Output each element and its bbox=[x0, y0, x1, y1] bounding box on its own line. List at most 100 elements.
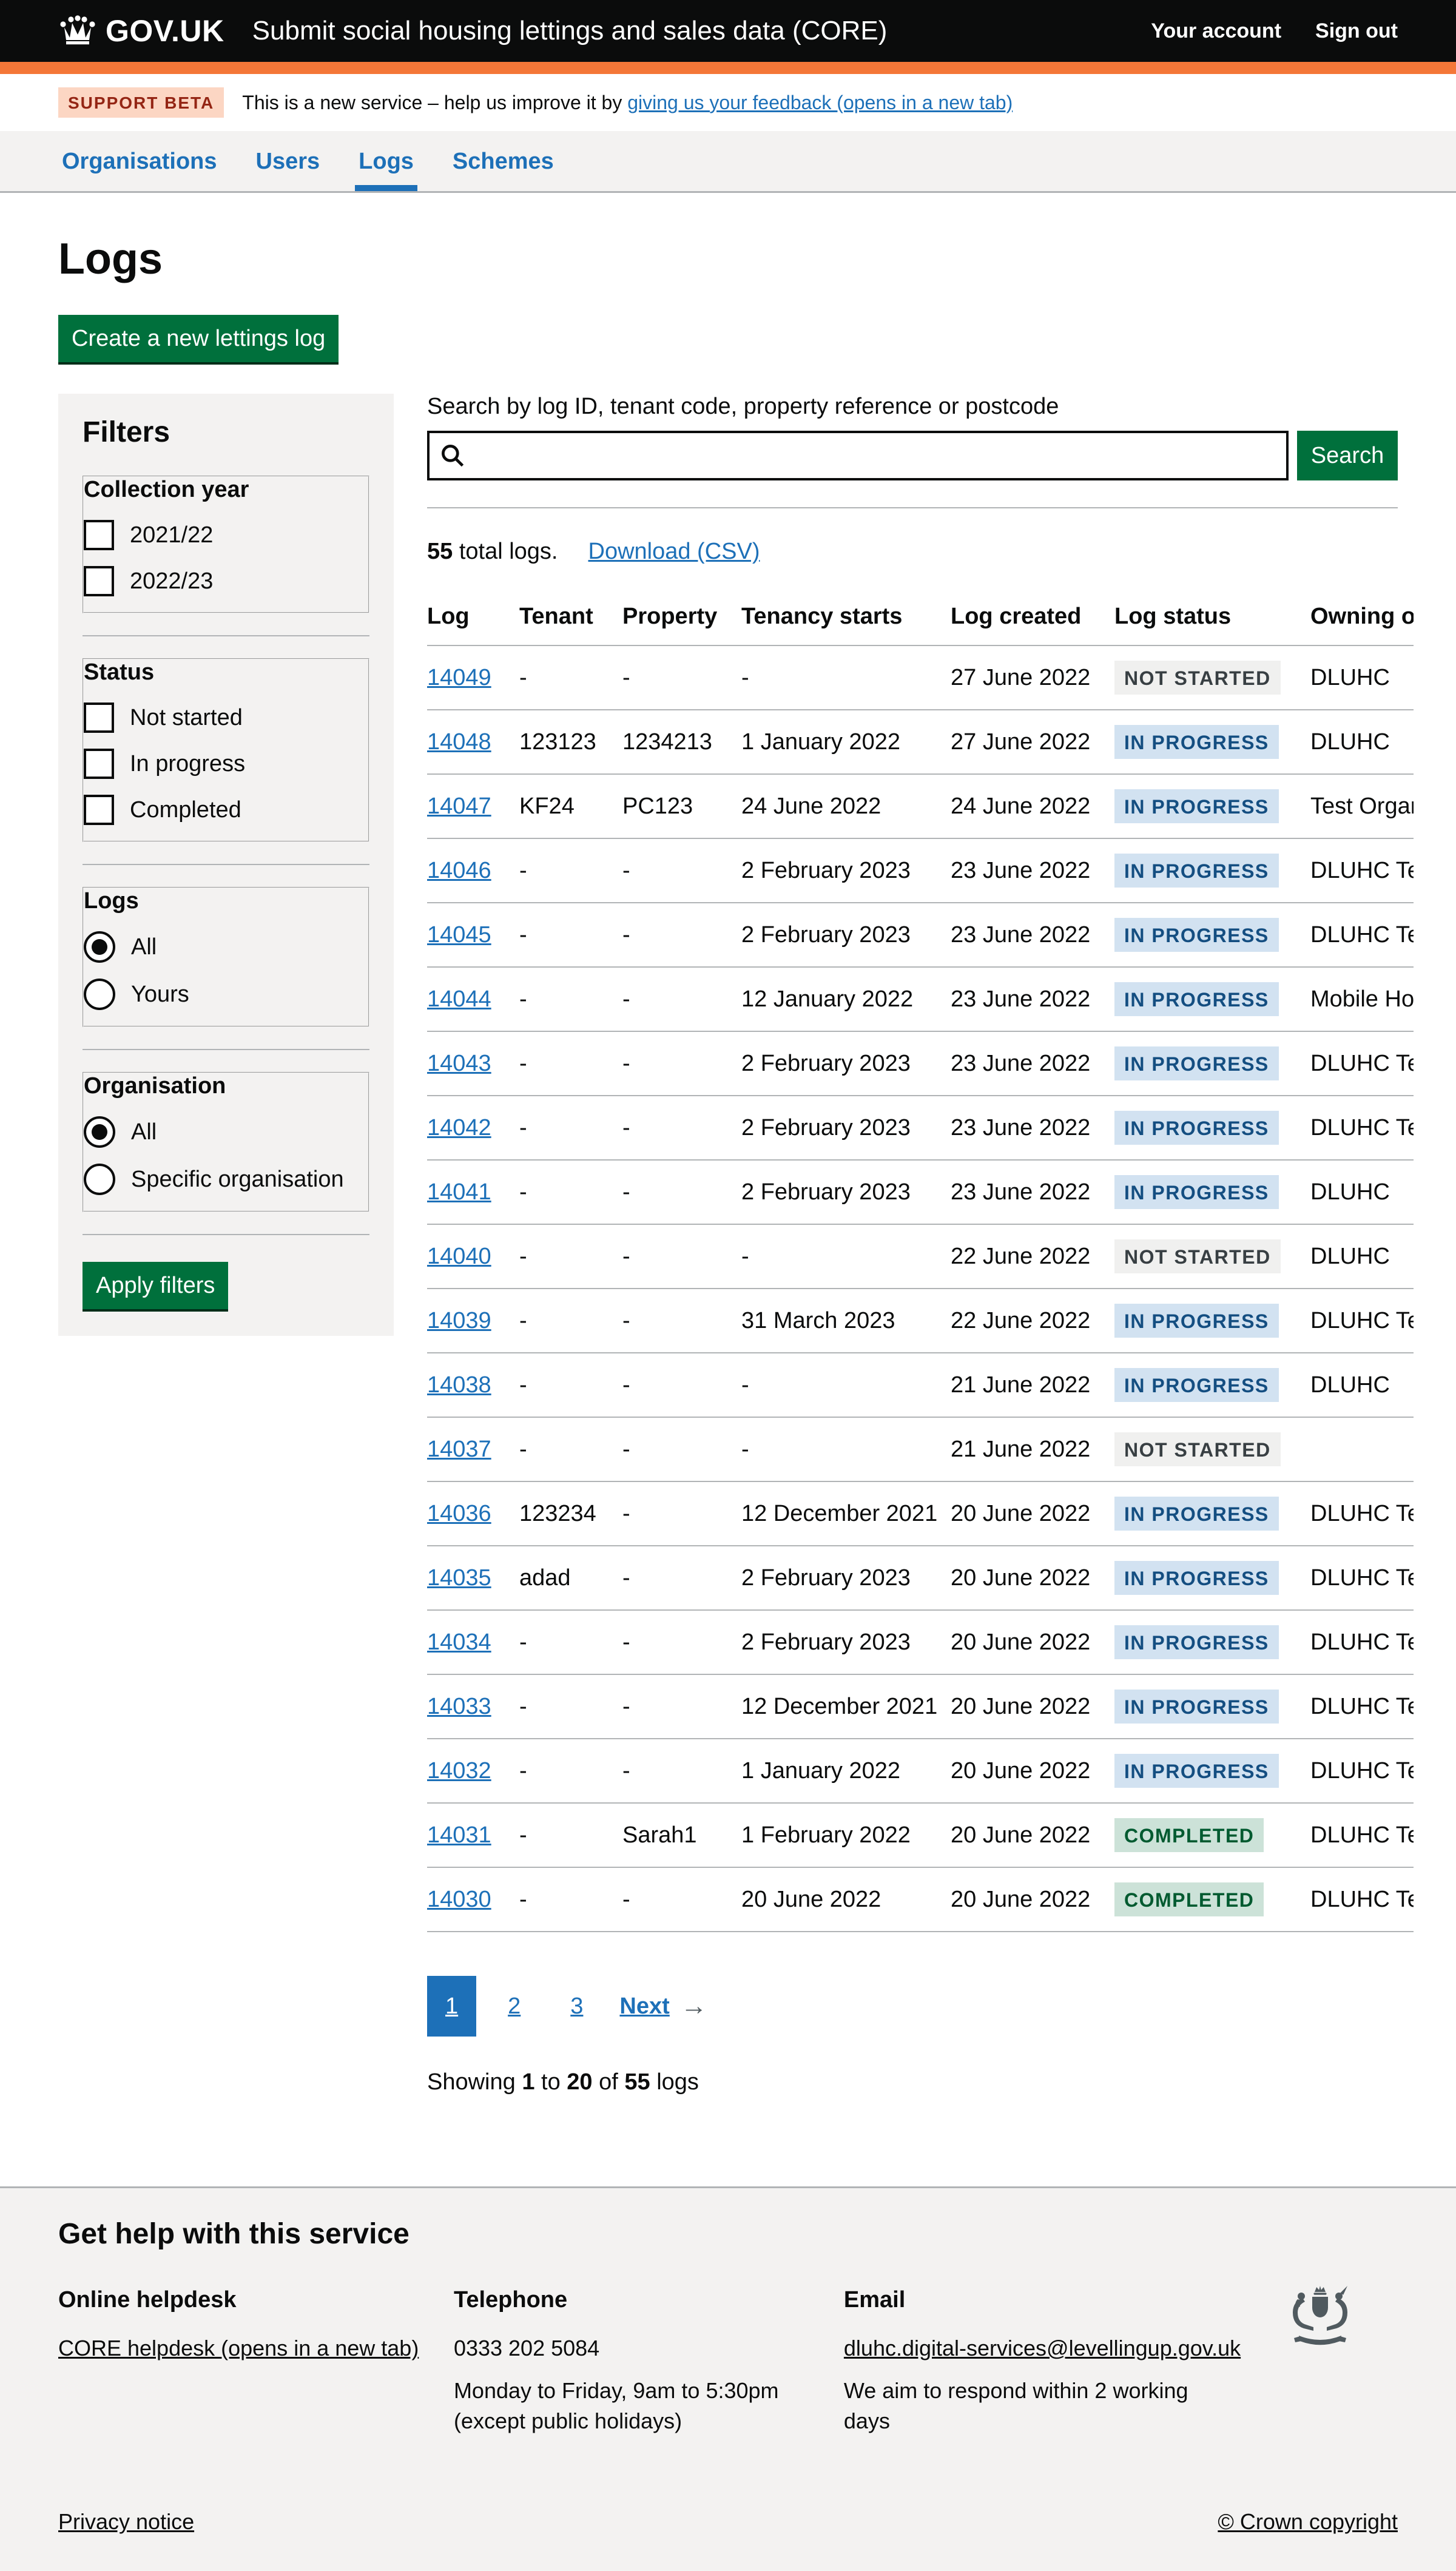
property-cell: - bbox=[622, 1610, 741, 1674]
status-badge: IN PROGRESS bbox=[1114, 1690, 1279, 1724]
search-input[interactable] bbox=[427, 431, 1289, 480]
table-row: 14033 - - 12 December 2021 20 June 2022 … bbox=[427, 1674, 1414, 1739]
showing-text: logs bbox=[650, 2069, 699, 2095]
sign-out-link[interactable]: Sign out bbox=[1315, 19, 1398, 43]
table-row: 14037 - - - 21 June 2022 NOT STARTED bbox=[427, 1417, 1414, 1481]
log-id-cell: 14048 bbox=[427, 710, 519, 774]
filter-group-collection-year: Collection year 2021/22 2022/23 bbox=[83, 476, 369, 613]
filter-option-row: All bbox=[84, 931, 368, 963]
nav-link-logs[interactable]: Logs bbox=[359, 149, 414, 175]
apply-filters-button[interactable]: Apply filters bbox=[83, 1262, 228, 1309]
filter-option-row: Yours bbox=[84, 979, 368, 1010]
email-link[interactable]: dluhc.digital-services@levellingup.gov.u… bbox=[844, 2336, 1241, 2360]
crown-copyright-link[interactable]: © Crown copyright bbox=[1218, 2509, 1398, 2535]
log-id-link[interactable]: 14046 bbox=[427, 858, 491, 883]
log-id-link[interactable]: 14045 bbox=[427, 922, 491, 948]
log-id-link[interactable]: 14041 bbox=[427, 1179, 491, 1205]
log-id-cell: 14046 bbox=[427, 838, 519, 903]
log-id-link[interactable]: 14042 bbox=[427, 1115, 491, 1141]
radio-logs-yours[interactable] bbox=[84, 979, 115, 1010]
log-created-cell: 20 June 2022 bbox=[951, 1546, 1114, 1610]
nav-item-users[interactable]: Users bbox=[252, 131, 324, 191]
filter-divider bbox=[83, 864, 369, 865]
filter-legend-collection-year: Collection year bbox=[84, 477, 368, 503]
log-id-cell: 14039 bbox=[427, 1289, 519, 1353]
owning-organisation-cell bbox=[1310, 1417, 1414, 1481]
log-id-link[interactable]: 14030 bbox=[427, 1887, 491, 1912]
page-link-3[interactable]: 3 bbox=[552, 1976, 601, 2037]
property-cell: - bbox=[622, 1160, 741, 1224]
radio-organisation-all[interactable] bbox=[84, 1116, 115, 1148]
feedback-link[interactable]: giving us your feedback (opens in a new … bbox=[627, 92, 1013, 113]
log-id-link[interactable]: 14044 bbox=[427, 986, 491, 1012]
property-cell: - bbox=[622, 1417, 741, 1481]
nav-link-users[interactable]: Users bbox=[256, 149, 320, 175]
next-page-link[interactable]: Next bbox=[619, 1993, 669, 2020]
property-cell: - bbox=[622, 1289, 741, 1353]
service-name-link[interactable]: Submit social housing lettings and sales… bbox=[252, 16, 888, 46]
search-button[interactable]: Search bbox=[1297, 431, 1398, 480]
tenant-cell: - bbox=[519, 1096, 622, 1160]
log-created-cell: 21 June 2022 bbox=[951, 1353, 1114, 1417]
table-row: 14048 123123 1234213 1 January 2022 27 J… bbox=[427, 710, 1414, 774]
log-id-link[interactable]: 14035 bbox=[427, 1565, 491, 1591]
checkbox-2022-23[interactable] bbox=[84, 566, 114, 596]
log-id-link[interactable]: 14048 bbox=[427, 729, 491, 755]
create-lettings-log-button[interactable]: Create a new lettings log bbox=[58, 315, 339, 362]
owning-organisation-cell: DLUHC Tes bbox=[1310, 1289, 1414, 1353]
filter-divider bbox=[83, 1234, 369, 1235]
tenancy-starts-cell: 1 February 2022 bbox=[741, 1803, 951, 1867]
status-badge: NOT STARTED bbox=[1114, 1239, 1281, 1273]
nav-item-logs[interactable]: Logs bbox=[355, 131, 417, 191]
log-id-link[interactable]: 14034 bbox=[427, 1629, 491, 1655]
checkbox-in-progress[interactable] bbox=[84, 749, 114, 779]
property-cell: - bbox=[622, 1867, 741, 1932]
log-id-link[interactable]: 14033 bbox=[427, 1694, 491, 1719]
log-id-link[interactable]: 14040 bbox=[427, 1244, 491, 1269]
log-id-link[interactable]: 14038 bbox=[427, 1372, 491, 1398]
table-row: 14032 - - 1 January 2022 20 June 2022 IN… bbox=[427, 1739, 1414, 1803]
showing-from: 1 bbox=[522, 2069, 534, 2095]
radio-logs-all[interactable] bbox=[84, 931, 115, 963]
table-row: 14043 - - 2 February 2023 23 June 2022 I… bbox=[427, 1031, 1414, 1096]
table-row: 14047 KF24 PC123 24 June 2022 24 June 20… bbox=[427, 774, 1414, 838]
page-link-1[interactable]: 1 bbox=[427, 1976, 476, 2037]
filter-option-row: Specific organisation bbox=[84, 1164, 368, 1195]
nav-link-organisations[interactable]: Organisations bbox=[62, 149, 217, 175]
logs-table: Log Tenant Property Tenancy starts Log c… bbox=[427, 588, 1414, 1932]
govuk-logo[interactable]: GOV.UK bbox=[58, 13, 224, 49]
log-id-link[interactable]: 14049 bbox=[427, 665, 491, 690]
log-status-cell: IN PROGRESS bbox=[1114, 1353, 1310, 1417]
log-id-link[interactable]: 14043 bbox=[427, 1051, 491, 1076]
nav-item-schemes[interactable]: Schemes bbox=[449, 131, 558, 191]
log-id-cell: 14031 bbox=[427, 1803, 519, 1867]
checkbox-not-started[interactable] bbox=[84, 703, 114, 733]
log-created-cell: 22 June 2022 bbox=[951, 1289, 1114, 1353]
log-id-cell: 14040 bbox=[427, 1224, 519, 1289]
log-id-link[interactable]: 14032 bbox=[427, 1758, 491, 1784]
log-id-link[interactable]: 14047 bbox=[427, 794, 491, 819]
checkbox-2021-22[interactable] bbox=[84, 520, 114, 550]
page-link-2[interactable]: 2 bbox=[490, 1976, 539, 2037]
main-content: Logs Create a new lettings log Filters C… bbox=[0, 235, 1456, 2095]
log-id-link[interactable]: 14036 bbox=[427, 1501, 491, 1526]
radio-specific-organisation[interactable] bbox=[84, 1164, 115, 1195]
nav-item-organisations[interactable]: Organisations bbox=[58, 131, 221, 191]
log-id-link[interactable]: 14031 bbox=[427, 1822, 491, 1848]
tenant-cell: - bbox=[519, 967, 622, 1031]
download-csv-link[interactable]: Download (CSV) bbox=[588, 539, 760, 565]
nav-link-schemes[interactable]: Schemes bbox=[453, 149, 554, 175]
owning-organisation-cell: DLUHC Tes bbox=[1310, 1674, 1414, 1739]
logs-table-body: 14049 - - - 27 June 2022 NOT STARTED DLU… bbox=[427, 645, 1414, 1932]
results-divider bbox=[427, 507, 1398, 508]
log-status-cell: IN PROGRESS bbox=[1114, 710, 1310, 774]
privacy-notice-link[interactable]: Privacy notice bbox=[58, 2509, 194, 2535]
your-account-link[interactable]: Your account bbox=[1151, 19, 1281, 43]
helpdesk-heading: Online helpdesk bbox=[58, 2285, 454, 2315]
core-helpdesk-link[interactable]: CORE helpdesk (opens in a new tab) bbox=[58, 2336, 419, 2360]
owning-organisation-cell: DLUHC bbox=[1310, 1353, 1414, 1417]
log-id-link[interactable]: 14039 bbox=[427, 1308, 491, 1333]
tenancy-starts-cell: - bbox=[741, 1417, 951, 1481]
checkbox-completed[interactable] bbox=[84, 795, 114, 825]
log-id-link[interactable]: 14037 bbox=[427, 1437, 491, 1462]
